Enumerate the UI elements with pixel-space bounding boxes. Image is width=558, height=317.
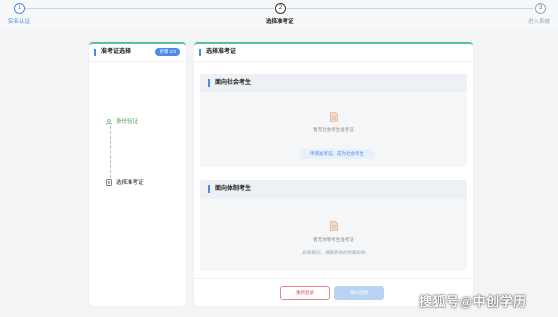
progress-item-select-ticket: 选择准考证 <box>106 178 144 186</box>
step-2-label: 选择准考证 <box>266 19 294 25</box>
progress-item-label: 身份验证 <box>116 119 139 125</box>
section-title: 面向社会考生 <box>208 79 251 87</box>
step-1-indicator: 1 <box>14 3 25 14</box>
step-3-label: 进入系统 <box>528 19 551 25</box>
confirm-selection-button[interactable]: 确认选择 <box>334 286 384 300</box>
step-1-label: 实名认证 <box>8 19 31 25</box>
section-header: 面向体制考生 <box>200 180 467 198</box>
section-title: 面向体制考生 <box>208 185 251 193</box>
step-2-indicator: 2 <box>275 3 286 14</box>
panel-title: 准考证选择 <box>94 49 131 56</box>
progress-item-identity: 身份验证 <box>106 117 138 125</box>
relogin-button[interactable]: 重新登录 <box>280 286 330 300</box>
panel-title: 选择准考证 <box>199 49 236 56</box>
empty-state-text: 暂无体制考生准考证 <box>313 237 354 242</box>
document-icon <box>106 179 112 186</box>
progress-item-label: 选择准考证 <box>116 180 144 186</box>
stepper: 1 2 3 实名认证 选择准考证 进入系统 <box>0 0 558 30</box>
user-icon <box>106 118 112 125</box>
empty-document-icon <box>330 112 338 122</box>
watermark: 搜狐号@中创学历 <box>419 294 527 309</box>
apply-ticket-button[interactable]: 申请准考证，成为社会考生 <box>300 149 374 159</box>
step-connector <box>24 8 274 9</box>
step-connector <box>286 8 534 9</box>
progress-connector <box>110 126 111 178</box>
select-ticket-panel: 选择准考证 面向社会考生 暂无社会考生准考证 申请准考证，成为社会考生 面向体制… <box>194 42 473 306</box>
divider <box>194 61 473 62</box>
divider <box>194 278 473 279</box>
section-header: 面向社会考生 <box>200 74 467 92</box>
divider <box>89 61 186 62</box>
public-candidate-section: 面向社会考生 暂无社会考生准考证 申请准考证，成为社会考生 <box>200 74 467 167</box>
help-hint: 如有疑问，请联系你的所属机构 <box>302 250 365 255</box>
step-badge: 步骤 2/3 <box>155 48 180 56</box>
empty-document-icon <box>330 221 338 231</box>
step-3-indicator: 3 <box>535 3 546 14</box>
ticket-selection-panel: 准考证选择 步骤 2/3 身份验证 选择准考证 <box>89 42 186 306</box>
institutional-candidate-section: 面向体制考生 暂无体制考生准考证 如有疑问，请联系你的所属机构 <box>200 180 467 271</box>
empty-state-text: 暂无社会考生准考证 <box>313 127 354 132</box>
